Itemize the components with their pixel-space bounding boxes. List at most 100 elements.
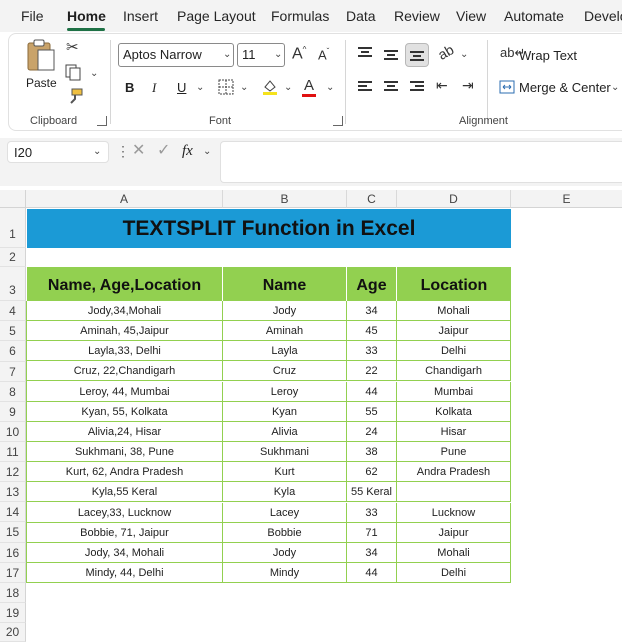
- increase-font-size-icon[interactable]: A^: [292, 46, 306, 62]
- cell-location[interactable]: Mumbai: [397, 382, 511, 402]
- cell-name[interactable]: Kurt: [223, 462, 347, 482]
- row-header[interactable]: 15: [0, 522, 26, 543]
- cell-age[interactable]: 22: [347, 361, 397, 381]
- row-header[interactable]: 5: [0, 321, 26, 341]
- header-cell-age[interactable]: Age: [347, 267, 397, 301]
- cell-location[interactable]: Jaipur: [397, 523, 511, 543]
- row-header[interactable]: 2: [0, 248, 26, 267]
- cell-location[interactable]: Pune: [397, 442, 511, 462]
- cell-combined[interactable]: Jody,34,Mohali: [27, 301, 223, 321]
- cell-age[interactable]: 34: [347, 301, 397, 321]
- orientation-chevron-icon[interactable]: ⌄: [460, 49, 468, 60]
- header-cell-name[interactable]: Name: [223, 267, 347, 301]
- row-header[interactable]: 18: [0, 583, 26, 603]
- cell-name[interactable]: Bobbie: [223, 523, 347, 543]
- more-options-icon[interactable]: ⋮: [116, 144, 130, 158]
- header-cell-location[interactable]: Location: [397, 267, 511, 301]
- cell-location[interactable]: Delhi: [397, 341, 511, 361]
- tab-view[interactable]: View: [456, 8, 486, 24]
- row-header[interactable]: 4: [0, 301, 26, 321]
- row-header[interactable]: 12: [0, 462, 26, 482]
- cell-name[interactable]: Mindy: [223, 563, 347, 583]
- cell-combined[interactable]: Jody, 34, Mohali: [27, 543, 223, 563]
- cell-age[interactable]: 45: [347, 321, 397, 341]
- merge-center-button[interactable]: Merge & Center: [519, 80, 611, 95]
- font-color-chevron-icon[interactable]: ⌄: [326, 82, 334, 93]
- cell-combined[interactable]: Aminah, 45,Jaipur: [27, 321, 223, 341]
- cell-location[interactable]: Mohali: [397, 543, 511, 563]
- merge-center-chevron-icon[interactable]: ⌄: [611, 82, 619, 93]
- row-header[interactable]: 16: [0, 543, 26, 563]
- tab-data[interactable]: Data: [346, 8, 376, 24]
- decrease-font-size-icon[interactable]: Aˇ: [318, 48, 329, 62]
- cell-location[interactable]: Mohali: [397, 301, 511, 321]
- tab-insert[interactable]: Insert: [123, 8, 158, 24]
- row-header[interactable]: 11: [0, 442, 26, 462]
- column-header-c[interactable]: C: [347, 190, 397, 208]
- cell-location[interactable]: Jaipur: [397, 321, 511, 341]
- cancel-icon[interactable]: ✕: [132, 143, 145, 159]
- cell-age[interactable]: 44: [347, 563, 397, 583]
- underline-button[interactable]: U: [177, 80, 186, 95]
- decrease-indent-icon[interactable]: ⇤: [436, 78, 448, 92]
- increase-indent-icon[interactable]: ⇥: [462, 78, 474, 92]
- select-all-corner[interactable]: [0, 190, 26, 208]
- cell-age[interactable]: 71: [347, 523, 397, 543]
- cell-combined[interactable]: Cruz, 22,Chandigarh: [27, 361, 223, 381]
- cell-combined[interactable]: Lacey,33, Lucknow: [27, 503, 223, 523]
- row-header[interactable]: 20: [0, 623, 26, 642]
- top-align-icon[interactable]: [358, 47, 372, 59]
- cell-age[interactable]: 62: [347, 462, 397, 482]
- row-header[interactable]: 3: [0, 267, 26, 301]
- cell-name[interactable]: Jody: [223, 301, 347, 321]
- clipboard-dialog-launcher-icon[interactable]: [97, 116, 107, 126]
- cell-combined[interactable]: Kyla,55 Keral: [27, 482, 223, 502]
- cell-location[interactable]: Andra Pradesh: [397, 462, 511, 482]
- tab-home[interactable]: Home: [67, 8, 106, 24]
- cell-name[interactable]: Sukhmani: [223, 442, 347, 462]
- cell-name[interactable]: Cruz: [223, 361, 347, 381]
- cell-combined[interactable]: Sukhmani, 38, Pune: [27, 442, 223, 462]
- cell-combined[interactable]: Kurt, 62, Andra Pradesh: [27, 462, 223, 482]
- insert-function-chevron-icon[interactable]: ⌄: [203, 146, 211, 157]
- cell-name[interactable]: Aminah: [223, 321, 347, 341]
- insert-function-button[interactable]: fx: [182, 143, 193, 160]
- header-cell-combined[interactable]: Name, Age,Location: [27, 267, 223, 301]
- row-header[interactable]: 10: [0, 422, 26, 442]
- enter-icon[interactable]: ✓: [157, 143, 170, 159]
- middle-align-icon[interactable]: [384, 50, 398, 62]
- align-center-icon[interactable]: [384, 81, 398, 93]
- cell-age[interactable]: 24: [347, 422, 397, 442]
- cell-location[interactable]: Kolkata: [397, 402, 511, 422]
- cell-name[interactable]: Kyan: [223, 402, 347, 422]
- cell-location[interactable]: Chandigarh: [397, 361, 511, 381]
- cell-name[interactable]: Alivia: [223, 422, 347, 442]
- cell-location[interactable]: [397, 482, 511, 502]
- cell-name[interactable]: Kyla: [223, 482, 347, 502]
- cell-name[interactable]: Leroy: [223, 382, 347, 402]
- tab-automate[interactable]: Automate: [504, 8, 564, 24]
- row-header[interactable]: 9: [0, 402, 26, 422]
- copy-icon[interactable]: [65, 64, 83, 82]
- cell-combined[interactable]: Kyan, 55, Kolkata: [27, 402, 223, 422]
- row-header[interactable]: 6: [0, 341, 26, 362]
- borders-chevron-icon[interactable]: ⌄: [240, 82, 248, 93]
- cell-location[interactable]: Lucknow: [397, 503, 511, 523]
- bold-button[interactable]: B: [125, 80, 134, 95]
- cell-age[interactable]: 38: [347, 442, 397, 462]
- row-header[interactable]: 1: [0, 208, 26, 248]
- cell-age[interactable]: 33: [347, 341, 397, 361]
- cut-icon[interactable]: ✂: [66, 40, 79, 55]
- cell-age[interactable]: 44: [347, 382, 397, 402]
- cell-combined[interactable]: Mindy, 44, Delhi: [27, 563, 223, 583]
- tab-developer[interactable]: Develo: [584, 8, 622, 24]
- align-right-icon[interactable]: [410, 81, 424, 93]
- align-left-icon[interactable]: [358, 81, 372, 93]
- row-header[interactable]: 17: [0, 563, 26, 583]
- column-header-b[interactable]: B: [223, 190, 347, 208]
- tab-formulas[interactable]: Formulas: [271, 8, 329, 24]
- cell-name[interactable]: Lacey: [223, 503, 347, 523]
- tab-file[interactable]: File: [21, 8, 44, 24]
- cell-name[interactable]: Jody: [223, 543, 347, 563]
- cell-age[interactable]: 55 Keral: [347, 482, 397, 502]
